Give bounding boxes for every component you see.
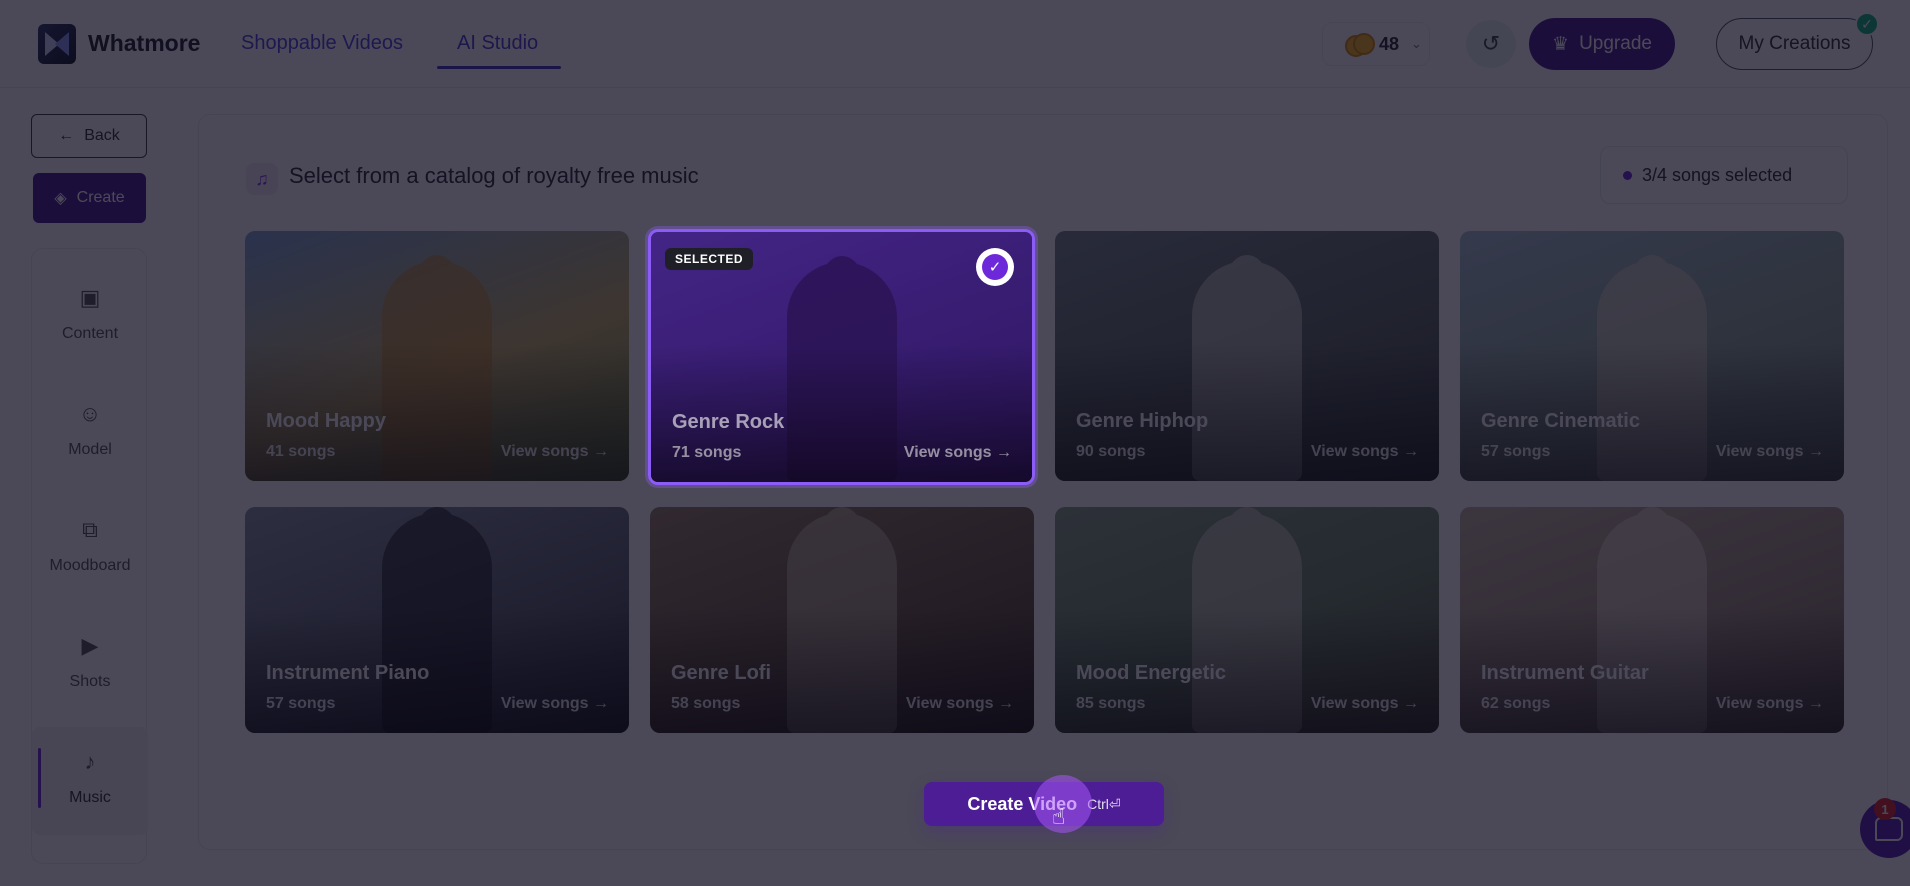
view-songs-link[interactable]: View songs →	[501, 695, 609, 713]
music-category-card[interactable]: Genre Cinematic 57 songs View songs →	[1460, 231, 1844, 481]
whatmore-logo[interactable]	[38, 24, 76, 64]
sidebar-item-moodboard[interactable]: ⧉ Moodboard	[32, 517, 148, 575]
card-song-count: 71 songs	[672, 444, 742, 461]
coins-icon	[1345, 33, 1375, 57]
sidebar-item-label: Shots	[69, 673, 111, 690]
check-icon: ✓	[982, 254, 1008, 280]
brand-name: Whatmore	[88, 30, 201, 56]
sidebar-item-label: Model	[68, 441, 112, 458]
music-panel	[198, 114, 1888, 850]
card-song-count: 41 songs	[266, 443, 336, 460]
music-category-card-selected[interactable]: SELECTED ✓ Genre Rock 71 songs View song…	[648, 229, 1035, 485]
layers-icon: ◈	[54, 190, 67, 207]
view-songs-link[interactable]: View songs →	[904, 444, 1012, 462]
music-category-card[interactable]: Genre Hiphop 90 songs View songs →	[1055, 231, 1439, 481]
back-label: Back	[84, 127, 120, 144]
card-title: Genre Lofi	[671, 662, 772, 684]
card-song-count: 57 songs	[266, 695, 336, 712]
sidebar-item-label: Music	[69, 789, 111, 806]
sidebar-item-label: Content	[61, 325, 119, 342]
image-icon: ▣	[79, 285, 101, 310]
card-title: Instrument Guitar	[1481, 662, 1649, 684]
selection-status-text: 3/4 songs selected	[1642, 164, 1793, 185]
view-songs-link[interactable]: View songs →	[1716, 443, 1824, 461]
history-icon: ↺	[1481, 31, 1501, 56]
card-song-count: 85 songs	[1076, 695, 1146, 712]
music-category-card[interactable]: Genre Lofi 58 songs View songs →	[650, 507, 1034, 733]
music-category-card[interactable]: Instrument Guitar 62 songs View songs →	[1460, 507, 1844, 733]
chat-bubble-icon	[1875, 817, 1903, 841]
music-note-icon: ♫	[246, 163, 278, 195]
card-song-count: 58 songs	[671, 695, 741, 712]
selected-check-button[interactable]: ✓	[976, 248, 1014, 286]
music-category-card[interactable]: Mood Energetic 85 songs View songs →	[1055, 507, 1439, 733]
my-creations-button[interactable]: My Creations	[1716, 18, 1873, 70]
sidebar-item-content[interactable]: ▣ Content	[32, 285, 148, 343]
keyboard-shortcut: Ctrl⏎	[1087, 795, 1121, 812]
arrow-left-icon: ←	[58, 127, 75, 144]
credits-dropdown[interactable]: 48 ⌄	[1322, 22, 1430, 66]
view-songs-link[interactable]: View songs →	[1311, 443, 1419, 461]
sidebar-item-shots[interactable]: ▶ Shots	[32, 633, 148, 691]
play-icon: ▶	[81, 633, 99, 658]
card-title: Mood Happy	[266, 410, 386, 432]
copy-icon: ⧉	[82, 517, 98, 542]
music-icon: ♪	[84, 749, 96, 774]
music-category-card[interactable]: Mood Happy 41 songs View songs →	[245, 231, 629, 481]
upgrade-label: Upgrade	[1579, 33, 1652, 54]
card-title: Instrument Piano	[266, 662, 430, 684]
sidebar-item-model[interactable]: ☺ Model	[32, 401, 148, 459]
create-label: Create	[76, 189, 125, 206]
sidebar-item-label: Moodboard	[49, 557, 131, 574]
card-title: Genre Rock	[672, 411, 785, 433]
view-songs-link[interactable]: View songs →	[501, 443, 609, 461]
card-song-count: 62 songs	[1481, 695, 1551, 712]
card-title: Genre Hiphop	[1076, 410, 1209, 432]
selection-status: 3/4 songs selected	[1600, 146, 1848, 204]
chevron-down-icon: ⌄	[1411, 36, 1422, 51]
card-title: Mood Energetic	[1076, 662, 1227, 684]
check-icon: ✓	[1855, 12, 1879, 36]
back-button[interactable]: ← Back	[31, 114, 147, 158]
pointer-hand-icon: ☝	[1052, 804, 1066, 829]
history-button[interactable]: ↺	[1466, 20, 1516, 68]
active-nav-underline	[437, 66, 561, 69]
music-category-card[interactable]: Instrument Piano 57 songs View songs →	[245, 507, 629, 733]
my-creations-label: My Creations	[1738, 33, 1851, 54]
status-dot	[1623, 170, 1632, 180]
card-song-count: 90 songs	[1076, 443, 1146, 460]
active-step-indicator	[38, 748, 41, 808]
upgrade-button[interactable]: ♛ Upgrade	[1529, 18, 1675, 70]
create-button[interactable]: ◈ Create	[33, 173, 146, 223]
view-songs-link[interactable]: View songs →	[1311, 695, 1419, 713]
nav-ai-studio[interactable]: AI Studio	[457, 32, 538, 55]
card-song-count: 57 songs	[1481, 443, 1551, 460]
notification-badge: 1	[1874, 798, 1896, 820]
crown-icon: ♛	[1552, 33, 1570, 55]
selected-badge: SELECTED	[665, 248, 754, 270]
page-title: Select from a catalog of royalty free mu…	[289, 163, 699, 188]
view-songs-link[interactable]: View songs →	[1716, 695, 1824, 713]
top-bar: Whatmore Shoppable Videos AI Studio 48 ⌄…	[0, 0, 1910, 88]
step-sidebar: ▣ Content ☺ Model ⧉ Moodboard ▶ Shots ♪ …	[31, 248, 148, 864]
card-title: Genre Cinematic	[1481, 410, 1640, 432]
view-songs-link[interactable]: View songs →	[906, 695, 1014, 713]
credits-count: 48	[1379, 33, 1400, 54]
face-icon: ☺	[78, 401, 102, 426]
sidebar-item-music[interactable]: ♪ Music	[32, 727, 148, 835]
nav-shoppable-videos[interactable]: Shoppable Videos	[241, 32, 403, 55]
